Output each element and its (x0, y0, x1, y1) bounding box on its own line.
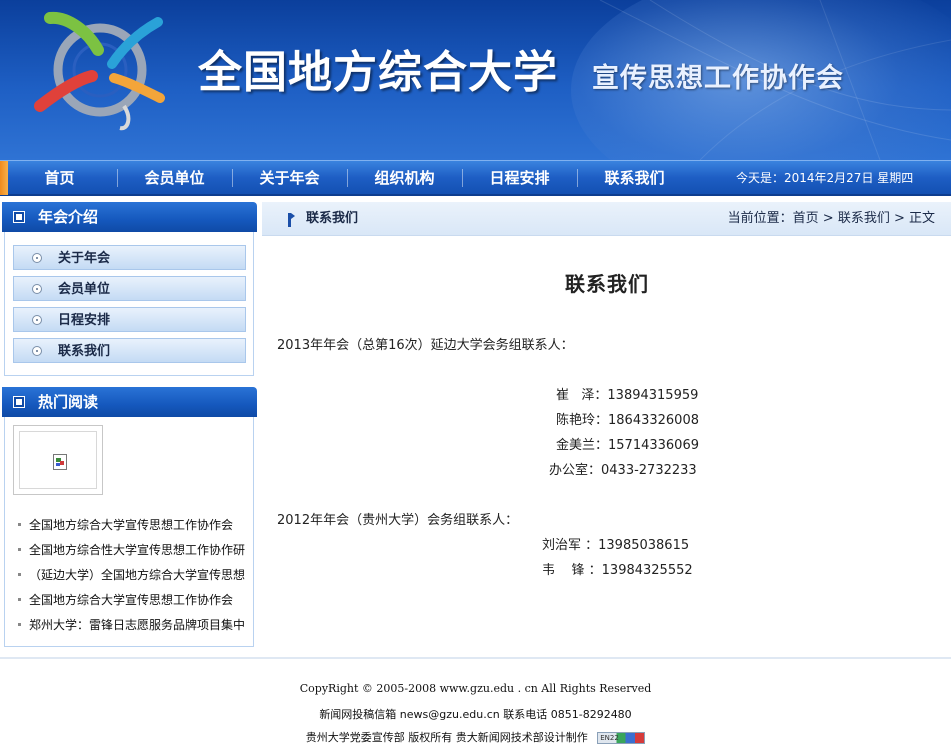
hot-list-item[interactable]: （延边大学）全国地方综合大学宣传思想 (15, 564, 247, 586)
hot-list-item-text: 全国地方综合大学宣传思想工作协作会 (29, 593, 234, 607)
contact-line: 金美兰：15714336069 (556, 438, 699, 453)
breadcrumb: 联系我们 当前位置：首页 > 联系我们 > 正文 (262, 202, 951, 236)
nav-about[interactable]: 关于年会 (232, 161, 347, 195)
site-title: 全国地方综合大学 (198, 47, 558, 98)
counter-badge-icon[interactable]: EN22 (597, 732, 646, 744)
hot-list-item[interactable]: 郑州大学：雷锋日志愿服务品牌项目集中 (15, 614, 247, 636)
hot-panel: 全国地方综合大学宣传思想工作协作会 全国地方综合性大学宣传思想工作协作研 （延边… (4, 417, 254, 647)
footer-divider (0, 657, 951, 659)
nav-contact[interactable]: 联系我们 (577, 161, 692, 195)
footer-credits: 贵州大学党委宣传部 版权所有 贵大新闻网技术部设计制作 (305, 731, 588, 744)
contact-line: 办公室：0433-2732233 (549, 463, 697, 478)
hot-list-item[interactable]: 全国地方综合大学宣传思想工作协作会 (15, 514, 247, 536)
list-bullet-icon (18, 572, 21, 576)
sidebar-item-label: 关于年会 (58, 251, 111, 266)
hot-list-item[interactable]: 全国地方综合性大学宣传思想工作协作研 (15, 539, 247, 561)
sidebar-item-about[interactable]: 关于年会 (13, 245, 246, 270)
contact-line: 崔 泽：13894315959 (556, 388, 699, 403)
page-title: 联系我们 (565, 272, 649, 296)
list-bullet-icon (18, 622, 21, 626)
square-bullet-icon (14, 212, 24, 222)
sidebar-item-label: 联系我们 (58, 344, 111, 359)
intro-panel-title: 年会介绍 (38, 208, 99, 226)
list-bullet-icon (18, 547, 21, 551)
circle-bullet-icon (32, 253, 42, 263)
logo-emblem-icon (34, 11, 165, 131)
footer-contact: 新闻网投稿信箱 news@gzu.edu.cn 联系电话 0851-829248… (319, 708, 632, 721)
circle-bullet-icon (32, 284, 42, 294)
contact-line: 韦 锋 ：13984325552 (542, 563, 693, 578)
hot-thumbnail[interactable] (13, 425, 103, 495)
sidebar-item-schedule[interactable]: 日程安排 (13, 307, 246, 332)
hot-list-item[interactable]: 全国地方综合大学宣传思想工作协作会 (15, 589, 247, 611)
hot-panel-title: 热门阅读 (38, 393, 99, 411)
sidebar-item-contact[interactable]: 联系我们 (13, 338, 246, 363)
circle-bullet-icon (32, 315, 42, 325)
intro-panel-header: 年会介绍 (2, 202, 257, 232)
hot-panel-header: 热门阅读 (2, 387, 257, 417)
hot-list-item-text: 全国地方综合大学宣传思想工作协作会 (29, 518, 234, 532)
sidebar-item-members[interactable]: 会员单位 (13, 276, 246, 301)
contact-intro-2013: 2013年年会（总第16次）延边大学会务组联系人： (277, 338, 574, 353)
flag-icon (288, 213, 295, 227)
main-nav: 首页 会员单位 关于年会 组织机构 日程安排 联系我们 今天是：2014年2月2… (0, 160, 951, 196)
site-subtitle: 宣传思想工作协作会 (592, 63, 844, 94)
footer-copyright: CopyRight © 2005-2008 www.gzu.edu . cn A… (299, 682, 652, 695)
current-date: 今天是：2014年2月27日 星期四 (736, 171, 914, 185)
nav-home[interactable]: 首页 (2, 161, 117, 195)
nav-schedule[interactable]: 日程安排 (462, 161, 577, 195)
square-bullet-icon (14, 397, 24, 407)
contact-line: 陈艳玲：18643326008 (556, 413, 699, 428)
section-title: 联系我们 (306, 211, 359, 226)
thumbnail-frame (19, 431, 97, 489)
contact-line: 刘治军 ：13985038615 (542, 538, 690, 553)
contact-intro-2012: 2012年年会（贵州大学）会务组联系人： (277, 513, 519, 528)
hot-list-item-text: 郑州大学：雷锋日志愿服务品牌项目集中 (29, 618, 246, 632)
nav-members[interactable]: 会员单位 (117, 161, 232, 195)
circle-bullet-icon (32, 346, 42, 356)
footer-credits-row: 贵州大学党委宣传部 版权所有 贵大新闻网技术部设计制作 EN22 (0, 729, 951, 745)
hot-list-item-text: 全国地方综合性大学宣传思想工作协作研 (29, 543, 246, 557)
sidebar-item-label: 会员单位 (58, 282, 111, 297)
list-bullet-icon (18, 522, 21, 526)
header-banner: 全国地方综合大学 宣传思想工作协作会 (0, 0, 951, 160)
nav-organization[interactable]: 组织机构 (347, 161, 462, 195)
list-bullet-icon (18, 597, 21, 601)
intro-panel: 关于年会 会员单位 日程安排 联系我们 (4, 232, 254, 376)
broken-image-icon (53, 454, 67, 470)
hot-list-item-text: （延边大学）全国地方综合大学宣传思想 (29, 568, 246, 582)
sidebar-item-label: 日程安排 (58, 313, 111, 328)
breadcrumb-path[interactable]: 当前位置：首页 > 联系我们 > 正文 (728, 202, 935, 236)
